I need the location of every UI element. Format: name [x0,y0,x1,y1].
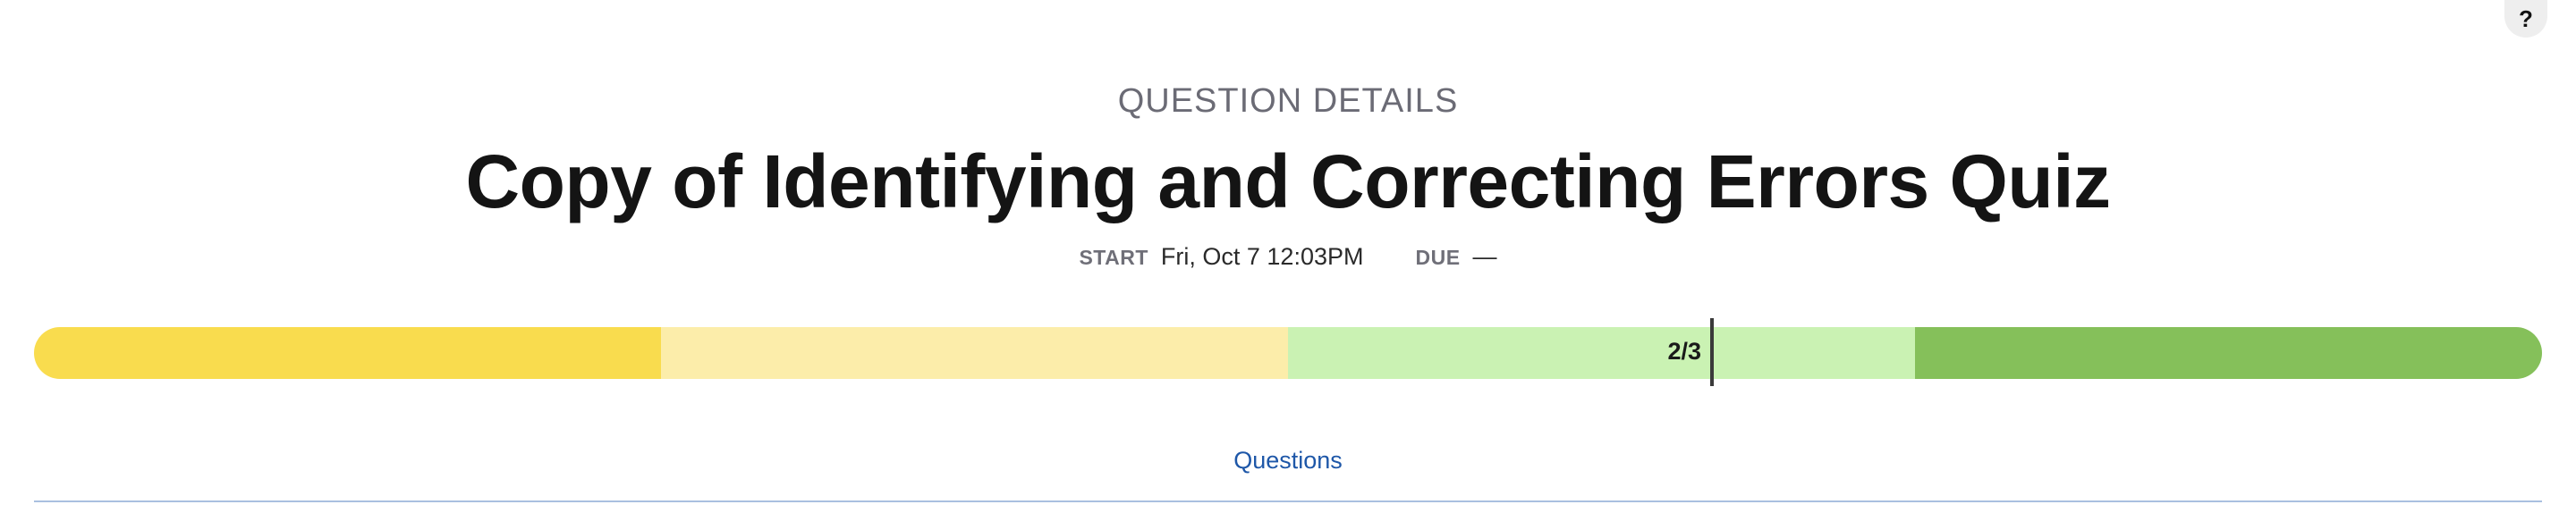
help-button[interactable]: ? [2504,0,2547,38]
tab-questions[interactable]: Questions [0,447,2576,475]
due-value: — [1472,243,1497,270]
progress-segment-4 [1915,327,2542,379]
progress-segment-3 [1288,327,1915,379]
tab-divider [34,500,2542,502]
page-title: Copy of Identifying and Correcting Error… [465,139,2111,223]
progress-segment-2 [661,327,1288,379]
progress-segment-1 [34,327,661,379]
schedule-meta: START Fri, Oct 7 12:03PM DUE — [0,243,2576,271]
due-label: DUE [1415,246,1461,269]
start-label: START [1079,246,1148,269]
progress-marker-label: 2/3 [1667,338,1701,365]
question-mark-icon: ? [2519,4,2533,32]
page-kicker: QUESTION DETAILS [1117,82,1459,120]
start-value: Fri, Oct 7 12:03PM [1160,243,1364,270]
progress-bar [34,327,2542,379]
progress-marker [1710,318,1714,386]
page: ? QUESTION DETAILS Copy of Identifying a… [0,0,2576,513]
